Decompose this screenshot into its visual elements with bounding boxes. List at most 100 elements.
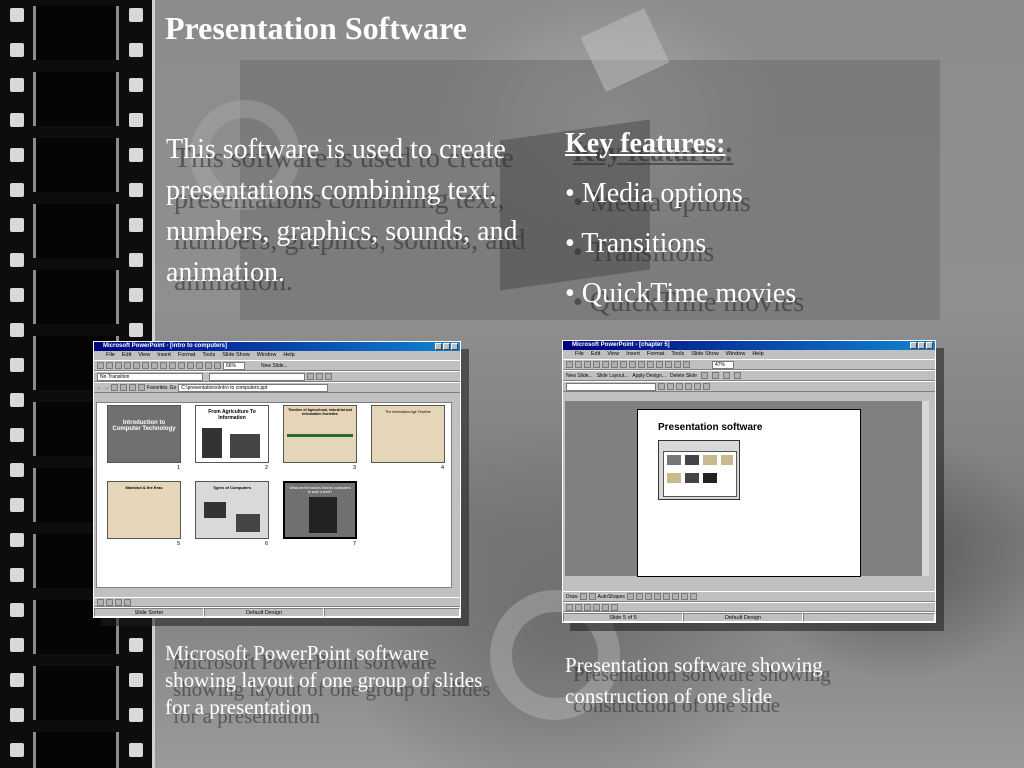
- film-sprocket-hole: [10, 43, 24, 57]
- 3d-icon: [611, 603, 618, 611]
- film-sprocket-hole: [129, 638, 143, 652]
- insert-picture-icon: [566, 603, 573, 611]
- brightness-icon: [722, 372, 730, 379]
- more-contrast-icon: [584, 603, 591, 611]
- undo-icon: [638, 361, 645, 368]
- film-sprocket-hole: [129, 743, 143, 757]
- film-sprocket-hole: [129, 253, 143, 267]
- film-sprocket-hole: [129, 323, 143, 337]
- arrow-icon: [635, 593, 643, 600]
- new-icon: [566, 361, 573, 368]
- rectangle-icon: [644, 593, 652, 600]
- film-frame: [33, 270, 119, 324]
- undo-icon: [169, 362, 176, 369]
- film-sprocket-hole: [10, 498, 24, 512]
- hyperlink-icon: [656, 361, 663, 368]
- features-list: Key features: • Media options • Transiti…: [565, 119, 895, 319]
- window-title: Microsoft PowerPoint - [chapter 5]: [572, 342, 670, 348]
- line-icon: [626, 593, 634, 600]
- window-titlebar: Microsoft PowerPoint - [chapter 5]: [563, 341, 935, 350]
- speaker-notes-icon: [316, 373, 323, 380]
- slide-view-icon: [115, 598, 122, 606]
- table-icon: [665, 361, 672, 368]
- rehearse-icon: [325, 373, 332, 380]
- film-sprocket-hole: [10, 113, 24, 127]
- fill-color-icon: [680, 593, 688, 600]
- vertical-scrollbar: [921, 401, 929, 576]
- slide-number: 2: [265, 465, 269, 471]
- back-icon: ←: [97, 384, 102, 391]
- align-left-icon: [685, 383, 692, 390]
- stop-icon: [111, 384, 118, 391]
- film-sprocket-hole: [10, 393, 24, 407]
- film-sprocket-hole: [10, 708, 24, 722]
- caption-right: Presentation software showing constructi…: [565, 653, 823, 708]
- film-sprocket-hole: [129, 113, 143, 127]
- film-sprocket-hole: [10, 638, 24, 652]
- copy-icon: [151, 362, 158, 369]
- features-heading: Key features:: [565, 128, 726, 159]
- film-sprocket-hole: [10, 253, 24, 267]
- font-color-icon: [689, 593, 697, 600]
- menu-item: Help: [283, 352, 295, 358]
- status-slide: Slide 5 of 5: [563, 613, 683, 622]
- film-sprocket-hole: [10, 358, 24, 372]
- window-titlebar: Microsoft PowerPoint - [intro to compute…: [94, 342, 460, 351]
- slide-thumbnail-selected: What are the factors that led computers …: [283, 481, 357, 539]
- slide-thumbnail-title: Introduction to Computer Technology: [112, 420, 176, 432]
- slide-thumbnail-title: What are the factors that led computers …: [289, 486, 351, 494]
- menu-item: Insert: [157, 352, 171, 358]
- slide-sorter-pane: Introduction to Computer Technology 1 Fr…: [96, 402, 452, 588]
- film-sprocket-hole: [10, 673, 24, 687]
- menu-bar: File Edit View Insert Format Tools Slide…: [563, 350, 935, 359]
- italic-icon: [667, 383, 674, 390]
- film-sprocket-hole: [10, 183, 24, 197]
- slide-sorter-toolbar: No Transition: [94, 371, 460, 382]
- film-sprocket-hole: [10, 568, 24, 582]
- menu-item: Window: [256, 352, 277, 358]
- paste-icon: [160, 362, 167, 369]
- picture-icon: [700, 372, 708, 379]
- current-slide: Presentation software: [637, 409, 861, 577]
- save-icon: [115, 362, 122, 369]
- normal-view-icon: [97, 598, 104, 606]
- bullets-icon: [703, 383, 710, 390]
- powerpoint-slide-editor-screenshot: Microsoft PowerPoint - [chapter 5] File …: [562, 340, 936, 623]
- less-contrast-icon: [593, 603, 600, 611]
- slide-thumbnail-title: From Agriculture To Information: [208, 409, 256, 421]
- menu-item: View: [607, 351, 620, 357]
- slide-thumbnail: Timeline of Agricultural, Industrial and…: [283, 405, 357, 463]
- chart-icon: [674, 361, 681, 368]
- powerpoint-slide-sorter-screenshot: Microsoft PowerPoint - [intro to compute…: [93, 341, 461, 618]
- slide-thumbnail: Types of Computers: [195, 481, 269, 539]
- delete-slide-button: Delete Slide: [670, 372, 697, 379]
- new-slide-label: New Slide...: [261, 362, 288, 369]
- menu-item: Insert: [626, 351, 640, 357]
- sorter-view-icon: [124, 598, 131, 606]
- drawing-toolbar: Draw AutoShapes: [563, 591, 935, 602]
- slide-layout-button: Slide Layout...: [596, 372, 629, 379]
- cut-icon: [142, 362, 149, 369]
- web-toolbar: ← → Favorites Go C:\presentations\intro t…: [94, 382, 460, 393]
- apply-design-button: Apply Design...: [632, 372, 667, 379]
- select-icon: [579, 593, 587, 600]
- standard-toolbar: 47%: [563, 359, 935, 370]
- film-frame: [33, 138, 119, 192]
- film-sprocket-hole: [10, 288, 24, 302]
- slide-thumbnail: The Information Age Timeline: [371, 405, 445, 463]
- outline-view-icon: [106, 598, 113, 606]
- image-control-icon: [575, 603, 582, 611]
- film-sprocket-hole: [10, 8, 24, 22]
- film-frame: [33, 72, 119, 126]
- spellcheck-icon: [133, 362, 140, 369]
- favorites-menu: Favorites: [147, 384, 168, 391]
- menu-item: Help: [752, 351, 764, 357]
- menu-item: Tools: [202, 352, 216, 358]
- address-field: C:\presentations\intro to computers.ppt: [178, 383, 329, 392]
- slide-thumbnail: From Agriculture To Information: [195, 405, 269, 463]
- view-buttons-bar: [94, 597, 460, 607]
- slide-title: Presentation Software: [165, 10, 467, 46]
- status-empty: [324, 608, 460, 617]
- slide-description: This software is used to create presenta…: [166, 134, 518, 288]
- effect-field: [209, 372, 305, 381]
